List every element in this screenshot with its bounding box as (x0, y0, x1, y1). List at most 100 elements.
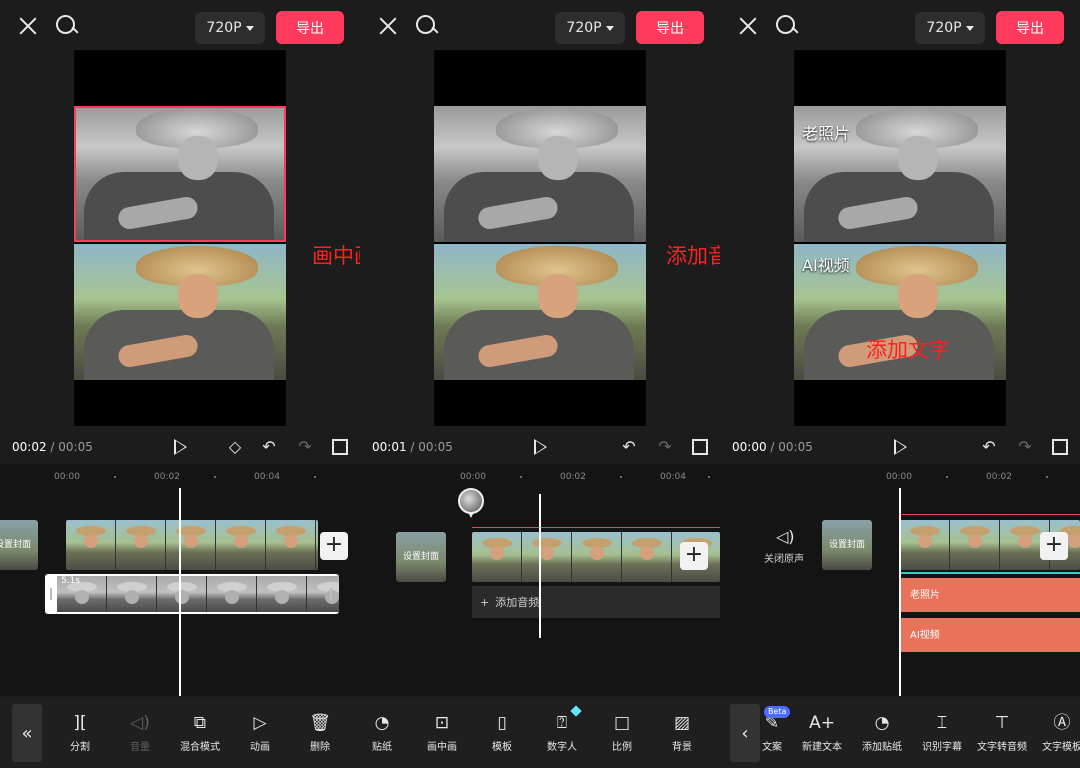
redo-icon[interactable]: ↷ (296, 438, 314, 456)
collapse-back-button[interactable]: « (12, 704, 42, 762)
pip-duration: 5.1s (61, 576, 81, 586)
top-bar: 720P 导出 (720, 0, 1080, 52)
overlay-text-bottom[interactable]: AI视频 (802, 252, 850, 276)
search-icon[interactable] (776, 15, 798, 37)
panel-add-audio: 720P 导出 添加音频 00:01 / 00:05 ↶ ↷ 00:00 00:… (360, 0, 720, 768)
timeline[interactable]: 00:00 00:02 00:04 设置封面 + 原声 5.1s (0, 464, 360, 696)
tool-delete[interactable]: 🗑 删除 (290, 712, 350, 753)
add-clip-button[interactable]: + (680, 542, 708, 570)
playback-bar: 00:02 / 00:05 ◇ ↶ ↷ (0, 432, 360, 462)
volume-icon: ◁) (130, 713, 150, 733)
undo-icon[interactable]: ↶ (980, 438, 998, 456)
pip-icon: ⊡ (434, 713, 450, 733)
ruler-tick: 00:00 (460, 472, 486, 482)
close-icon[interactable] (376, 14, 400, 38)
overlay-text-top[interactable]: 老照片 (802, 120, 850, 144)
resolution-label: 720P (926, 20, 962, 36)
resolution-button[interactable]: 720P (555, 12, 625, 44)
add-audio-button[interactable]: + 添加音频 (472, 586, 720, 618)
redo-icon[interactable]: ↷ (656, 438, 674, 456)
pip-marker-bubble[interactable] (458, 488, 484, 520)
caret-down-icon (605, 25, 614, 31)
cover-thumbnail[interactable]: 设置封面 (0, 520, 38, 570)
tool-new-text[interactable]: A+ 新建文本 (792, 712, 852, 753)
playhead[interactable] (539, 494, 541, 638)
panel-add-text: 720P 导出 老照片 AI视频 添加文字 00:00 / 00:05 ↶ ↷ … (720, 0, 1080, 768)
annotation-label: 画中画 (312, 244, 360, 268)
cover-thumbnail[interactable]: 设置封面 (396, 532, 446, 582)
caret-down-icon (965, 25, 974, 31)
video-preview[interactable] (434, 50, 646, 426)
undo-icon[interactable]: ↶ (260, 438, 278, 456)
panel-pip: 720P 导出 画中画 00:02 / 00:05 ◇ ↶ ↷ 00:00 00… (0, 0, 360, 768)
close-icon[interactable] (736, 14, 760, 38)
trim-handle-right[interactable] (330, 588, 332, 600)
old-photo: 老照片 (794, 106, 1006, 242)
resolution-button[interactable]: 720P (195, 12, 265, 44)
timeline[interactable]: 00:00 00:02 ◁) 关闭原声 设置封面 + 老照片 AI视频 (720, 464, 1080, 696)
export-button[interactable]: 导出 (636, 11, 704, 44)
time-display: 00:00 / 00:05 (732, 440, 813, 454)
tool-template[interactable]: ▯ 模板 (472, 712, 532, 753)
fullscreen-icon[interactable] (692, 439, 708, 455)
delete-icon: 🗑 (309, 713, 331, 733)
text-track-old-photo[interactable]: 老照片 (900, 578, 1080, 612)
video-preview[interactable]: 老照片 AI视频 (794, 50, 1006, 426)
resolution-button[interactable]: 720P (915, 12, 985, 44)
timeline[interactable]: 00:00 00:02 00:04 设置封面 + + 添加音频 (360, 464, 720, 696)
search-icon[interactable] (56, 15, 78, 37)
keyframe-icon[interactable]: ◇ (226, 438, 244, 456)
tool-pip[interactable]: ⊡ 画中画 (412, 712, 472, 753)
tool-split[interactable]: ][分割 (50, 712, 110, 753)
fullscreen-icon[interactable] (332, 439, 348, 455)
undo-icon[interactable]: ↶ (620, 438, 638, 456)
annotation-label: 添加文字 (866, 338, 950, 362)
old-photo (434, 106, 646, 242)
redo-icon[interactable]: ↷ (1016, 438, 1034, 456)
add-clip-button[interactable]: + (320, 532, 348, 560)
time-display: 00:02 / 00:05 (12, 440, 93, 454)
playback-bar: 00:01 / 00:05 ↶ ↷ (360, 432, 720, 462)
tool-ratio[interactable]: □ 比例 (592, 712, 652, 753)
tool-add-sticker[interactable]: ◔ 添加贴纸 (852, 712, 912, 753)
video-preview[interactable] (74, 50, 286, 426)
playhead[interactable] (899, 488, 901, 696)
tool-volume[interactable]: ◁) 音量 (110, 712, 170, 753)
tool-blend-mode[interactable]: ⧉ 混合模式 (170, 712, 230, 753)
cover-thumbnail[interactable]: 设置封面 (822, 520, 872, 570)
add-clip-button[interactable]: + (1040, 532, 1068, 560)
mute-icon[interactable]: ◁) (776, 528, 795, 546)
tool-text-template[interactable]: Ⓐ 文字模板 (1032, 712, 1080, 753)
close-icon[interactable] (16, 14, 40, 38)
new-text-icon: A+ (809, 713, 835, 733)
ruler-tick: 00:02 (154, 472, 180, 482)
blend-icon: ⧉ (193, 713, 207, 733)
mute-original-label[interactable]: 关闭原声 (764, 550, 804, 565)
trim-handle-left[interactable] (50, 588, 52, 600)
ruler-tick: 00:04 (254, 472, 280, 482)
tool-background[interactable]: ▨ 背景 (652, 712, 712, 753)
search-icon[interactable] (416, 15, 438, 37)
recognize-subtitle-icon: ⌶ (936, 713, 948, 733)
pip-track[interactable]: 5.1s (45, 574, 339, 614)
export-button[interactable]: 导出 (276, 11, 344, 44)
range-line (900, 514, 1080, 515)
export-button[interactable]: 导出 (996, 11, 1064, 44)
bottom-toolbar: « ][分割 ◁) 音量 ⧉ 混合模式 ▷ 动画 🗑 删除 (0, 698, 360, 768)
text-track-ai-video[interactable]: AI视频 (900, 618, 1080, 652)
tool-sticker[interactable]: ◔ 贴纸 (360, 712, 412, 753)
play-icon[interactable] (894, 439, 907, 455)
play-icon[interactable] (534, 439, 547, 455)
play-icon[interactable] (174, 439, 187, 455)
playhead[interactable] (179, 488, 181, 696)
main-video-track[interactable] (66, 520, 318, 570)
tool-animation[interactable]: ▷ 动画 (230, 712, 290, 753)
tool-text-to-audio[interactable]: ⊤ 文字转音频 (972, 712, 1032, 753)
tool-recognize-subtitle[interactable]: ⌶ 识别字幕 (912, 712, 972, 753)
old-photo (74, 106, 286, 242)
bottom-toolbar: ‹ ✎ 文案 Beta A+ 新建文本 ◔ 添加贴纸 ⌶ 识别字幕 ⊤ 文字转音频 Ⓐ 文字… (720, 698, 1080, 768)
pip-selection-border (74, 106, 286, 242)
fullscreen-icon[interactable] (1052, 439, 1068, 455)
caret-down-icon (245, 25, 254, 31)
tool-digital-human[interactable]: ⍰ 数字人 (532, 712, 592, 753)
